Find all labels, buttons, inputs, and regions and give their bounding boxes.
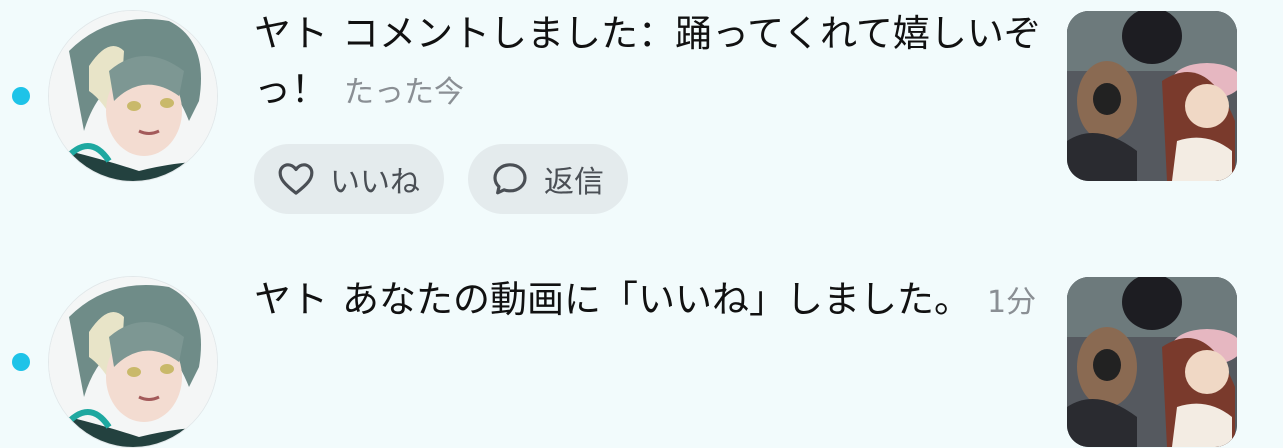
avatar-image — [49, 11, 217, 181]
like-label: いいね — [330, 165, 420, 200]
action-bar: いいね 返信 — [254, 144, 1044, 214]
username[interactable]: ヤト — [254, 12, 328, 55]
notification-message: ヤト コメントしました：踊ってくれて嬉しいぞっ！ たった今 — [254, 6, 1044, 121]
message-text: あなたの動画に「いいね」しました。 — [342, 278, 971, 321]
notification-message: ヤト あなたの動画に「いいね」しました。 1分 — [254, 272, 1044, 331]
username[interactable]: ヤト — [254, 278, 328, 321]
avatar[interactable] — [48, 10, 218, 182]
timestamp: 1分 — [987, 285, 1037, 320]
notification-content: ヤト あなたの動画に「いいね」しました。 1分 — [254, 272, 1044, 331]
avatar-image — [49, 277, 217, 447]
timestamp: たった今 — [344, 75, 464, 110]
reply-button[interactable]: 返信 — [468, 144, 628, 214]
like-button[interactable]: いいね — [254, 144, 444, 214]
notification-item[interactable]: ヤト あなたの動画に「いいね」しました。 1分 — [0, 266, 1283, 448]
comment-bubble-icon — [493, 163, 527, 195]
video-thumbnail[interactable] — [1067, 11, 1237, 181]
notification-item[interactable]: ヤト コメントしました：踊ってくれて嬉しいぞっ！ たった今 いいね 返信 — [0, 0, 1283, 240]
reply-label: 返信 — [544, 165, 604, 200]
video-thumbnail[interactable] — [1067, 277, 1237, 447]
notification-content: ヤト コメントしました：踊ってくれて嬉しいぞっ！ たった今 いいね 返信 — [254, 6, 1044, 214]
heart-icon — [278, 163, 314, 195]
unread-indicator — [12, 87, 30, 105]
video-thumbnail-image — [1067, 277, 1237, 447]
video-thumbnail-image — [1067, 11, 1237, 181]
avatar[interactable] — [48, 276, 218, 448]
unread-indicator — [12, 353, 30, 371]
